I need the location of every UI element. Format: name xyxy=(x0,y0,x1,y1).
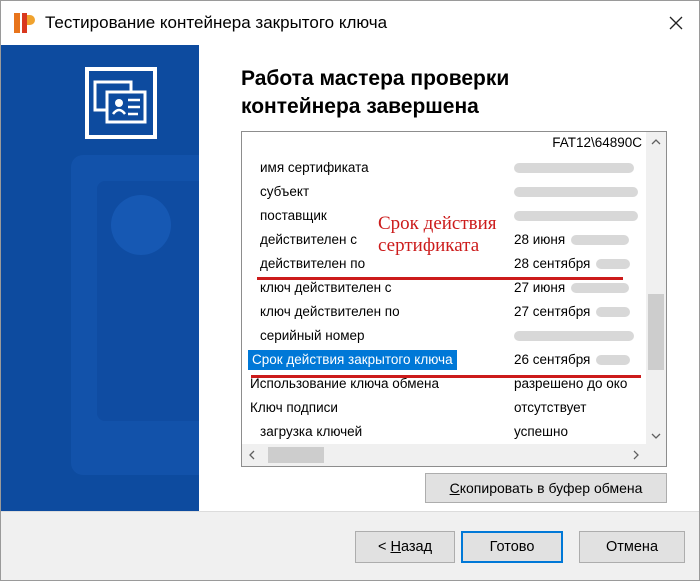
item-name: серийный номер xyxy=(260,328,365,343)
date-value: 27 июня xyxy=(514,280,566,295)
page-title: Работа мастера проверки контейнера завер… xyxy=(241,65,661,121)
back-arrow: < xyxy=(377,539,391,555)
item-name: субъект xyxy=(260,184,310,199)
back-button[interactable]: < Назад xyxy=(355,531,455,563)
title-bar: Тестирование контейнера закрытого ключа xyxy=(1,1,699,45)
item-value: успешно xyxy=(514,424,568,439)
item-value: разрешено до око xyxy=(514,376,628,391)
item-name: имя сертификата xyxy=(260,160,369,175)
item-value: 27 июня xyxy=(514,280,630,295)
item-value xyxy=(514,328,634,343)
item-value: 26 сентября xyxy=(514,352,631,367)
close-icon xyxy=(669,16,683,30)
date-value: 28 сентября xyxy=(514,256,591,271)
item-value xyxy=(514,208,638,223)
window-title: Тестирование контейнера закрытого ключа xyxy=(45,13,388,32)
vertical-scrollbar[interactable] xyxy=(646,132,666,446)
item-name: Срок действия закрытого ключа xyxy=(248,350,457,370)
close-button[interactable] xyxy=(653,1,699,45)
list-item[interactable]: имя сертификата xyxy=(242,156,646,180)
chevron-down-icon xyxy=(651,433,661,439)
list-item[interactable]: загрузка ключей успешно xyxy=(242,420,646,444)
chevron-left-icon xyxy=(249,450,255,460)
item-name: поставщик xyxy=(260,208,327,223)
annotation-line: Срок действия xyxy=(378,213,497,234)
copy-to-clipboard-button[interactable]: Скопировать в буфер обмена xyxy=(425,473,667,503)
access-key: Н xyxy=(390,539,401,555)
footer-separator xyxy=(1,511,699,512)
redacted-value xyxy=(514,331,634,342)
redacted-value xyxy=(596,355,631,366)
scroll-right-button[interactable] xyxy=(626,444,646,466)
item-value: 27 сентября xyxy=(514,304,631,319)
dialog-window: Тестирование контейнера закрытого ключа xyxy=(0,0,700,581)
cryptopro-icon xyxy=(14,13,35,33)
scroll-left-button[interactable] xyxy=(242,444,262,466)
wizard-banner xyxy=(1,45,199,511)
redacted-value xyxy=(514,211,638,222)
date-value: 28 июня xyxy=(514,232,566,247)
list-item[interactable]: Ключ подписи отсутствует xyxy=(242,396,646,420)
item-name: действителен с xyxy=(260,232,358,247)
list-item-selected[interactable]: Срок действия закрытого ключа 26 сентябр… xyxy=(242,348,646,372)
page-title-line: Работа мастера проверки xyxy=(241,67,510,90)
back-button-text: азад xyxy=(400,539,433,555)
item-name: загрузка ключей xyxy=(260,424,363,439)
redacted-value xyxy=(514,187,638,198)
date-value: 26 сентября xyxy=(514,352,591,367)
list-rows: имя сертификата субъект поставщик действ… xyxy=(242,156,646,446)
scroll-thumb[interactable] xyxy=(648,294,664,370)
scroll-up-button[interactable] xyxy=(646,132,666,152)
done-button[interactable]: Готово xyxy=(461,531,563,563)
list-item[interactable]: субъект xyxy=(242,180,646,204)
item-name: ключ действителен по xyxy=(260,304,400,319)
list-header: FAT12\64890C xyxy=(242,132,646,154)
item-value xyxy=(514,184,638,199)
container-path: FAT12\64890C xyxy=(552,135,642,150)
copy-button-text: копировать в буфер обмена xyxy=(459,480,643,496)
item-value: 28 июня xyxy=(514,232,630,247)
back-button-label: < Назад xyxy=(378,539,432,555)
certificate-icon xyxy=(93,80,147,124)
annotation-underline xyxy=(257,277,623,280)
item-name: Ключ подписи xyxy=(250,400,338,415)
annotation-text: Срок действия сертификата xyxy=(378,213,497,257)
cancel-button-label: Отмена xyxy=(605,539,659,555)
certificate-logo xyxy=(85,67,157,139)
redacted-value xyxy=(571,235,630,246)
list-item[interactable]: ключ действителен по 27 сентября xyxy=(242,300,646,324)
chevron-right-icon xyxy=(633,450,639,460)
annotation-underline xyxy=(251,375,641,378)
result-list[interactable]: FAT12\64890C имя сертификата субъект пос… xyxy=(241,131,667,467)
item-name: Использование ключа обмена xyxy=(250,376,439,391)
scroll-down-button[interactable] xyxy=(646,426,666,446)
redacted-value xyxy=(596,307,631,318)
redacted-value xyxy=(571,283,630,294)
page-title-line: контейнера завершена xyxy=(241,95,479,118)
scroll-thumb[interactable] xyxy=(268,447,324,463)
scroll-corner xyxy=(646,444,666,466)
date-value: 27 сентября xyxy=(514,304,591,319)
done-button-label: Готово xyxy=(489,539,535,555)
item-name: действителен по xyxy=(260,256,366,271)
redacted-value xyxy=(596,259,631,270)
chevron-up-icon xyxy=(651,139,661,145)
horizontal-scrollbar[interactable] xyxy=(242,444,646,466)
cancel-button[interactable]: Отмена xyxy=(579,531,685,563)
banner-decoration xyxy=(111,195,171,255)
item-value: 28 сентября xyxy=(514,256,631,271)
redacted-value xyxy=(514,163,634,174)
copy-button-label: Скопировать в буфер обмена xyxy=(450,480,643,496)
annotation-line: сертификата xyxy=(378,235,480,256)
access-key: С xyxy=(449,480,460,496)
item-name: ключ действителен с xyxy=(260,280,392,295)
item-value xyxy=(514,160,634,175)
list-item[interactable]: серийный номер xyxy=(242,324,646,348)
item-value: отсутствует xyxy=(514,400,587,415)
